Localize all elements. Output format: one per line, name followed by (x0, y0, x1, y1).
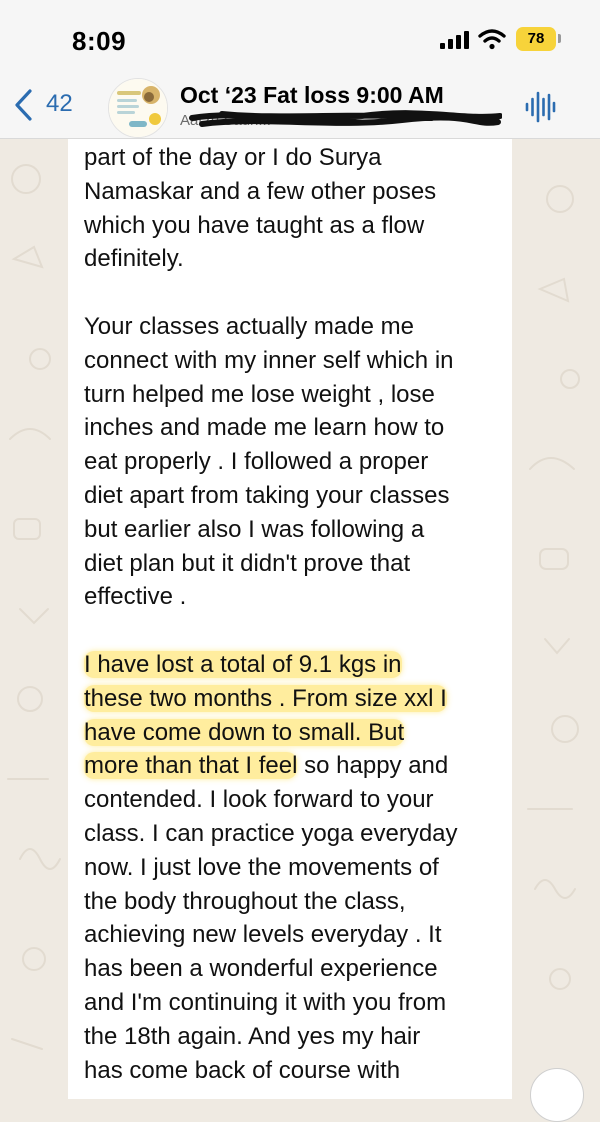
chat-title[interactable]: Oct ‘23 Fat loss 9:00 AM (180, 82, 444, 109)
scroll-to-bottom-button[interactable] (530, 1068, 584, 1122)
avatar-image-icon (109, 79, 167, 137)
message-text: part of the day or I do Surya Namaskar a… (84, 141, 504, 1121)
redaction-scribble (189, 110, 502, 127)
message-paragraph: part of the day or I do Surya Namaskar a… (84, 141, 504, 276)
battery-tip (558, 34, 561, 43)
message-paragraph: Your classes actually made me connect wi… (84, 310, 504, 614)
chevron-left-icon[interactable] (12, 88, 34, 122)
back-unread-count[interactable]: 42 (46, 90, 73, 118)
battery-indicator: 78 (516, 27, 556, 51)
battery-level: 78 (527, 30, 545, 47)
message-segment: so happy and contended. I look forward t… (84, 752, 458, 1084)
message-segment: Your classes actually made me connect wi… (84, 312, 454, 611)
message-paragraph: I have lost a total of 9.1 kgs in these … (84, 648, 504, 1087)
wifi-icon (478, 29, 506, 50)
cellular-signal-icon (440, 31, 470, 49)
chat-header: 8:09 78 42 Oct ‘23 Fat loss 9:00 AM Aarz… (0, 0, 600, 139)
status-time: 8:09 (72, 26, 127, 56)
voice-waveform-icon[interactable] (524, 90, 556, 124)
group-avatar[interactable] (108, 78, 168, 138)
message-segment: part of the day or I do Surya Namaskar a… (84, 144, 437, 273)
